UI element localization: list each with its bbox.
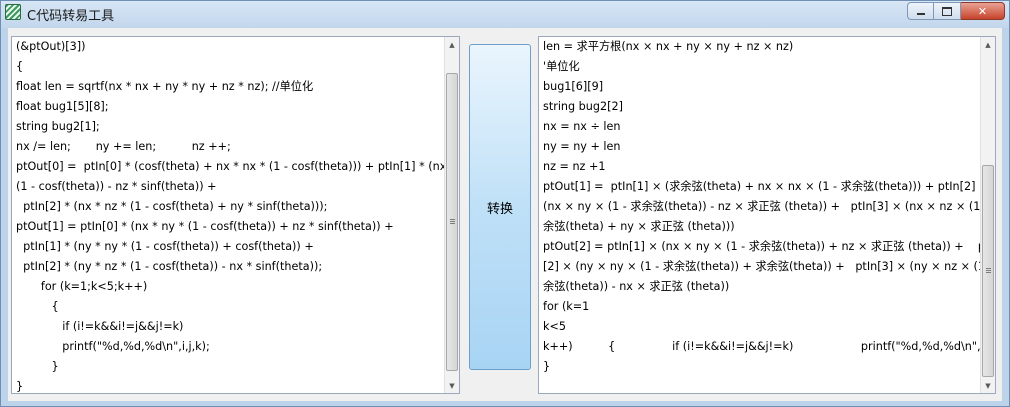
maximize-icon	[942, 6, 952, 16]
code-line: {	[16, 60, 24, 73]
client-area: (&ptOut)[3]) { float len = sqrtf(nx * nx +…	[8, 28, 1002, 401]
code-line: ptOut[0] = ptIn[0] * (cosf(theta) + nx *…	[16, 160, 460, 173]
code-line: for (k=1	[543, 300, 590, 313]
code-line: ptIn[2] * (ny * nz * (1 - cosf(theta)) -…	[16, 260, 323, 273]
source-vertical-scrollbar[interactable]: ▲ ▼	[444, 37, 459, 393]
scroll-grip-icon	[986, 268, 991, 274]
code-line: float len = sqrtf(nx * nx + ny * ny + nz…	[16, 80, 314, 93]
code-line: ptOut[1] = ptIn[0] * (nx * ny * (1 - cos…	[16, 220, 394, 233]
code-line: ptOut[2] = ptIn[1] × (nx × ny × (1 - 求余弦…	[543, 240, 996, 253]
output-scroll-thumb[interactable]	[982, 165, 994, 377]
code-line: k<5	[543, 320, 566, 333]
code-line: {	[16, 300, 59, 313]
source-code-textbox[interactable]: (&ptOut)[3]) { float len = sqrtf(nx * nx +…	[11, 36, 460, 394]
code-line: '单位化	[543, 60, 580, 73]
output-vertical-scrollbar[interactable]: ▲ ▼	[980, 37, 995, 393]
code-line: }	[16, 380, 24, 393]
scroll-up-arrow-icon[interactable]: ▲	[445, 37, 459, 52]
code-line: (1 - cosf(theta)) - nz * sinf(theta)) +	[16, 180, 217, 193]
code-line: (&ptOut)[3])	[16, 40, 86, 53]
scroll-up-arrow-icon[interactable]: ▲	[981, 37, 995, 52]
source-scroll-thumb[interactable]	[446, 73, 458, 371]
code-line: string bug2[1];	[16, 120, 100, 133]
code-line: k++) { if (i!=k&&i!=j&&j!=k) printf("%d,…	[543, 340, 996, 353]
convert-button[interactable]: 转换	[469, 44, 531, 370]
title-bar[interactable]: C代码转易工具 ✕	[1, 1, 1009, 28]
scroll-down-arrow-icon[interactable]: ▼	[445, 378, 459, 393]
minimize-button[interactable]	[907, 2, 934, 20]
code-line: for (k=1;k<5;k++)	[16, 280, 148, 293]
code-line: nz = nz +1	[543, 160, 606, 173]
scroll-grip-icon	[450, 219, 455, 225]
app-window: C代码转易工具 ✕ (&ptOut)[3]) { float len = sqrtf…	[0, 0, 1010, 407]
code-line: float bug1[5][8];	[16, 100, 109, 113]
close-button[interactable]: ✕	[961, 2, 1005, 20]
minimize-icon	[916, 13, 925, 15]
code-line: 余弦(theta)) - nx × 求正弦 (theta))	[543, 280, 730, 293]
code-line: ptIn[1] * (ny * ny * (1 - cosf(theta)) +…	[16, 240, 314, 253]
window-title: C代码转易工具	[27, 9, 115, 24]
source-code-lines: (&ptOut)[3]) { float len = sqrtf(nx * nx +…	[16, 37, 460, 393]
maximize-button[interactable]	[934, 2, 961, 20]
code-line: ptIn[2] * (nx * nz * (1 - cosf(theta) + …	[16, 200, 328, 213]
code-line: (nx × ny × (1 - 求余弦(theta)) - nz × 求正弦 (…	[543, 200, 996, 213]
code-line: if (i!=k&&i!=j&&j!=k)	[16, 320, 184, 333]
code-line: }	[16, 360, 59, 373]
caption-buttons: ✕	[907, 2, 1005, 20]
code-line: nx /= len; ny += len; nz ++;	[16, 140, 231, 153]
output-code-textbox[interactable]: len = 求平方根(nx × nx + ny × ny + nz × nz) '…	[538, 36, 996, 394]
code-line: printf("%d,%d,%d\n",i,j,k);	[16, 340, 210, 353]
code-line: [2] × (ny × ny × (1 - 求余弦(theta)) + 求余弦(…	[543, 260, 996, 273]
close-icon: ✕	[977, 4, 988, 18]
code-line: nx = nx ÷ len	[543, 120, 621, 133]
output-code-lines: len = 求平方根(nx × nx + ny × ny + nz × nz) '…	[543, 37, 996, 377]
app-icon	[5, 4, 21, 20]
code-line: bug1[6][9]	[543, 80, 604, 93]
code-line: 余弦(theta) + ny × 求正弦 (theta)))	[543, 220, 735, 233]
code-line: ny = ny + len	[543, 140, 621, 153]
code-line: }	[543, 360, 551, 373]
code-line: string bug2[2]	[543, 100, 623, 113]
scroll-down-arrow-icon[interactable]: ▼	[981, 378, 995, 393]
code-line: ptOut[1] = ptIn[1] × (求余弦(theta) + nx × …	[543, 180, 989, 193]
code-line: len = 求平方根(nx × nx + ny × ny + nz × nz)	[543, 40, 794, 53]
